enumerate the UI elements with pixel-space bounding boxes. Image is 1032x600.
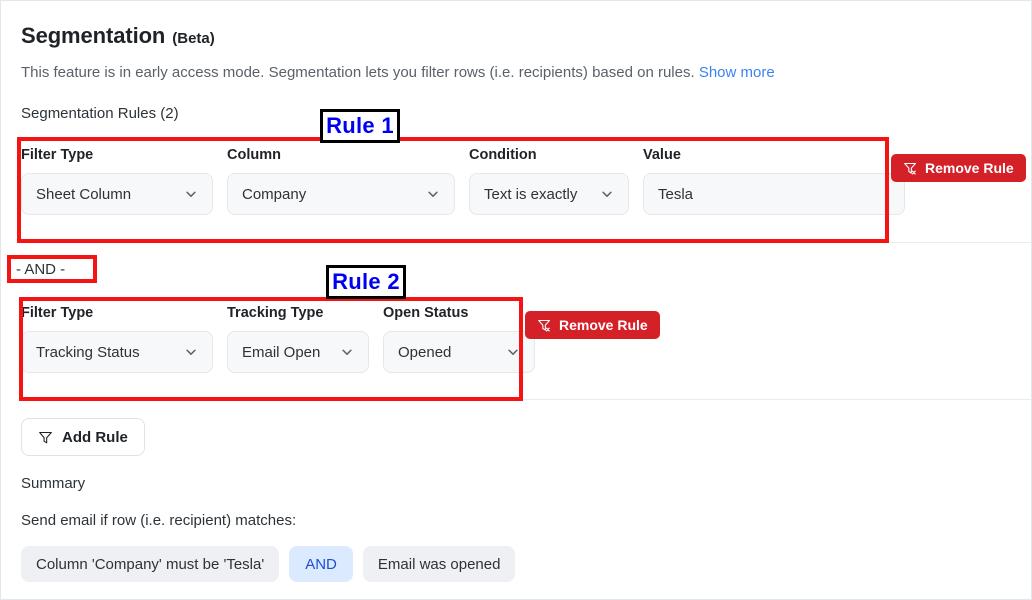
filter-type-value: Sheet Column: [36, 186, 131, 203]
rule-2-fields: Filter Type Tracking Status Tracking Typ…: [21, 305, 535, 373]
chevron-down-icon: [506, 345, 520, 359]
remove-rule-label: Remove Rule: [925, 160, 1014, 176]
field-label: Value: [643, 147, 905, 163]
intro-text: This feature is in early access mode. Se…: [21, 64, 695, 81]
intro-description: This feature is in early access mode. Se…: [21, 64, 775, 81]
summary-chip-condition: Column 'Company' must be 'Tesla': [21, 546, 279, 582]
summary-chips: Column 'Company' must be 'Tesla' AND Ema…: [21, 546, 515, 582]
annotation-label-rule-2: Rule 2: [326, 265, 406, 299]
field-label: Column: [227, 147, 455, 163]
field-filter-type: Filter Type Sheet Column: [21, 147, 213, 215]
field-filter-type: Filter Type Tracking Status: [21, 305, 213, 373]
summary-chip-condition: Email was opened: [363, 546, 516, 582]
field-open-status: Open Status Opened: [383, 305, 535, 373]
field-tracking-type: Tracking Type Email Open: [227, 305, 369, 373]
and-separator: - AND -: [16, 261, 65, 278]
condition-select[interactable]: Text is exactly: [469, 173, 629, 215]
chevron-down-icon: [340, 345, 354, 359]
show-more-link[interactable]: Show more: [699, 64, 775, 81]
column-value: Company: [242, 186, 306, 203]
annotation-label-rule-1: Rule 1: [320, 109, 400, 143]
remove-rule-button[interactable]: Remove Rule: [891, 154, 1026, 182]
filter-remove-icon: [537, 318, 552, 333]
segmentation-rules-heading: Segmentation Rules (2): [21, 105, 179, 122]
rule-row: Filter Type Tracking Status Tracking Typ…: [21, 305, 535, 373]
field-label: Condition: [469, 147, 629, 163]
beta-badge: (Beta): [172, 30, 215, 47]
condition-value: Text is exactly: [484, 186, 577, 203]
filter-type-select[interactable]: Sheet Column: [21, 173, 213, 215]
chevron-down-icon: [184, 345, 198, 359]
rule-row: Filter Type Sheet Column Column Company: [21, 147, 905, 215]
chevron-down-icon: [184, 187, 198, 201]
page-title: Segmentation (Beta): [21, 23, 215, 49]
summary-heading: Summary: [21, 475, 85, 492]
value-input-text: Tesla: [658, 186, 693, 203]
rule-divider: [21, 399, 1031, 400]
field-label: Filter Type: [21, 147, 213, 163]
field-condition: Condition Text is exactly: [469, 147, 629, 215]
open-status-select[interactable]: Opened: [383, 331, 535, 373]
add-rule-label: Add Rule: [62, 429, 128, 446]
add-rule-button[interactable]: Add Rule: [21, 418, 145, 456]
value-input[interactable]: Tesla: [643, 173, 905, 215]
chevron-down-icon: [600, 187, 614, 201]
field-label: Filter Type: [21, 305, 213, 321]
remove-rule-button[interactable]: Remove Rule: [525, 311, 660, 339]
filter-remove-icon: [903, 161, 918, 176]
chevron-down-icon: [426, 187, 440, 201]
field-label: Open Status: [383, 305, 535, 321]
remove-rule-label: Remove Rule: [559, 317, 648, 333]
filter-type-select[interactable]: Tracking Status: [21, 331, 213, 373]
field-column: Column Company: [227, 147, 455, 215]
rule-1-fields: Filter Type Sheet Column Column Company: [21, 147, 905, 215]
field-value: Value Tesla: [643, 147, 905, 215]
page-title-text: Segmentation: [21, 23, 165, 49]
filter-type-value: Tracking Status: [36, 344, 140, 361]
segmentation-panel: Segmentation (Beta) This feature is in e…: [0, 0, 1032, 600]
summary-chip-operator: AND: [289, 546, 353, 582]
rule-divider: [21, 242, 1031, 243]
summary-subtitle: Send email if row (i.e. recipient) match…: [21, 512, 296, 529]
open-status-value: Opened: [398, 344, 451, 361]
tracking-type-select[interactable]: Email Open: [227, 331, 369, 373]
tracking-type-value: Email Open: [242, 344, 320, 361]
filter-icon: [38, 430, 53, 445]
field-label: Tracking Type: [227, 305, 369, 321]
column-select[interactable]: Company: [227, 173, 455, 215]
